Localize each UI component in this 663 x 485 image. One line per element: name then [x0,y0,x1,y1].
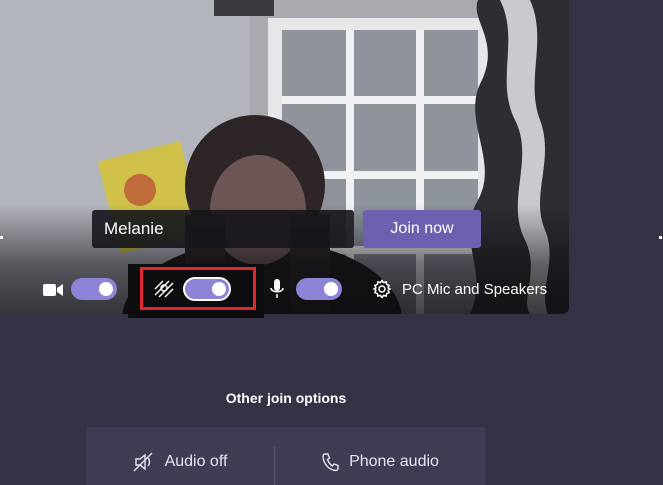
gear-icon[interactable] [372,279,392,299]
phone-audio-option[interactable]: Phone audio [274,427,486,485]
teams-prejoin-screen: Join now PC Mic and Speak [0,0,663,485]
toggle-knob [99,282,113,296]
microphone-icon [270,279,284,298]
microphone-toggle[interactable] [296,278,342,300]
phone-icon [322,453,339,472]
other-join-options-title: Other join options [225,390,347,406]
join-now-button[interactable]: Join now [363,210,481,248]
audio-off-option[interactable]: Audio off [86,427,274,485]
phone-audio-label: Phone audio [349,453,439,470]
camera-toggle[interactable] [71,278,117,300]
other-join-options-panel: Audio off Phone audio [86,427,486,485]
speaker-off-icon [133,452,153,472]
highlight-annotation-box [140,267,256,310]
edge-marker [0,236,3,239]
name-input[interactable] [92,210,354,248]
toggle-knob [324,282,338,296]
device-settings-label[interactable]: PC Mic and Speakers [402,281,547,298]
camera-icon [43,284,63,296]
camera-preview [0,0,569,314]
edge-marker [659,236,662,239]
audio-off-label: Audio off [164,453,228,470]
